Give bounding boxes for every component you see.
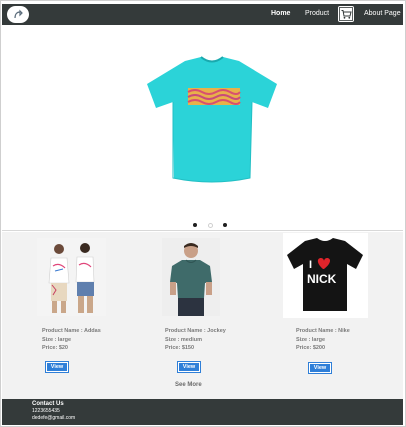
nav-home-link[interactable]: Home <box>271 10 290 17</box>
product-size: Size : medium <box>165 336 202 343</box>
view-button[interactable]: View <box>45 361 69 373</box>
product-price: Price: $200 <box>296 345 326 351</box>
footer-email[interactable]: dedefe@gmail.com <box>32 415 75 421</box>
product-info: Product Name : Jockey Size : medium Pric… <box>165 327 226 353</box>
product-price: Price: $150 <box>165 345 195 351</box>
navbar: Home Product About Page <box>2 4 403 25</box>
cyan-tshirt-image <box>147 56 277 183</box>
two-models-white-shirts-image <box>37 238 106 316</box>
product-name: Product Name : Jockey <box>165 328 226 334</box>
product-name: Product Name : Nike <box>296 328 350 334</box>
carousel-dot-3[interactable] <box>223 223 227 227</box>
products-section: Product Name : Addas Size : large Price:… <box>2 232 403 399</box>
man-green-tshirt-image <box>162 238 220 316</box>
carousel-dot-1[interactable] <box>193 223 197 227</box>
product-size: Size : large <box>296 336 326 343</box>
hero-carousel <box>2 25 403 231</box>
footer-title: Contact Us <box>32 401 64 407</box>
product-name: Product Name : Addas <box>42 328 101 334</box>
svg-text:I: I <box>309 259 312 271</box>
carousel-dots <box>192 223 232 231</box>
black-i-love-nick-tshirt-image: I NICK <box>283 233 368 318</box>
carousel-dot-2[interactable] <box>208 223 213 228</box>
product-info: Product Name : Nike Size : large Price: … <box>296 327 350 353</box>
footer: Contact Us 1223655435 dedefe@gmail.com <box>2 399 403 425</box>
nav-about-link[interactable]: About Page <box>364 10 401 17</box>
see-more-link[interactable]: See More <box>175 382 202 388</box>
product-price: Price: $20 <box>42 345 68 351</box>
product-info: Product Name : Addas Size : large Price:… <box>42 327 101 353</box>
view-button[interactable]: View <box>308 362 332 374</box>
view-button[interactable]: View <box>177 361 201 373</box>
cart-icon[interactable] <box>338 6 354 22</box>
product-size: Size : large <box>42 336 72 343</box>
footer-phone: 1223655435 <box>32 408 60 414</box>
logo-icon[interactable] <box>7 6 29 23</box>
svg-text:NICK: NICK <box>307 272 337 286</box>
nav-product-link[interactable]: Product <box>305 10 329 17</box>
